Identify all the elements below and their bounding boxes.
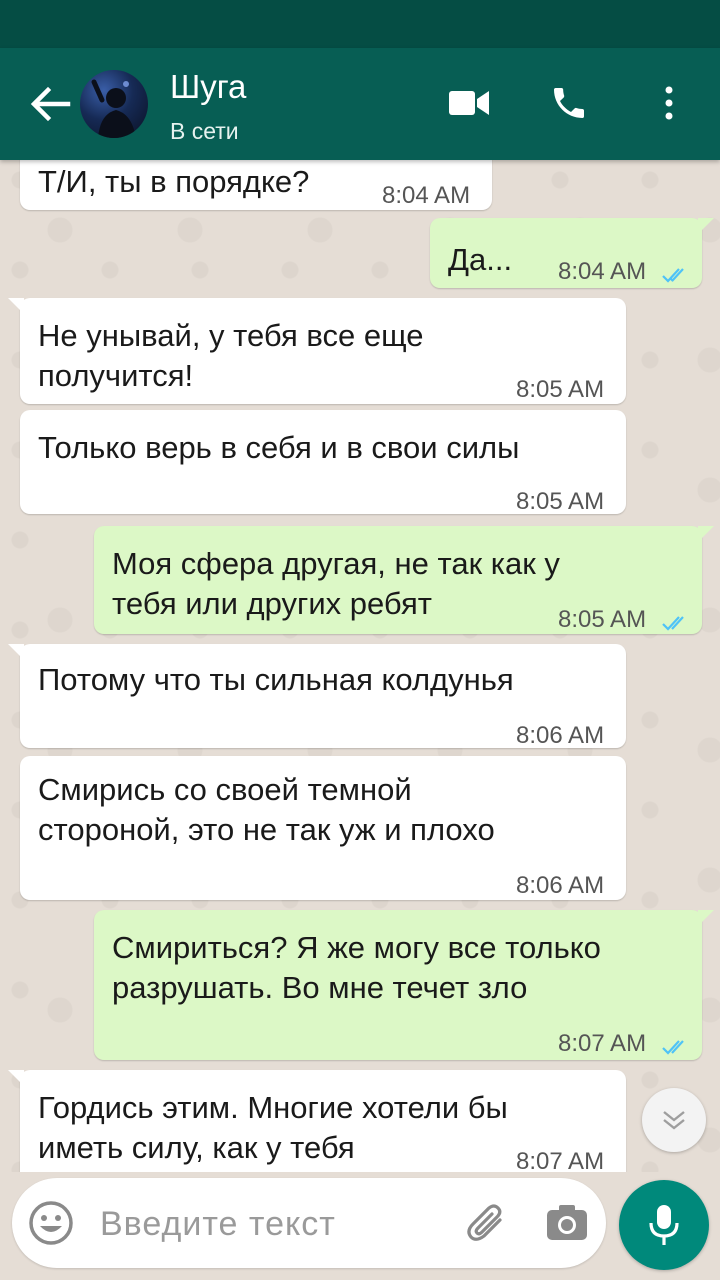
message-text: Т/И, ты в порядке?: [38, 164, 310, 199]
message-text: Гордись этим. Многие хотели бы: [38, 1090, 508, 1125]
bubble-tail: [698, 218, 714, 234]
message-text: Смирись со своей темной: [38, 772, 412, 807]
camera-icon[interactable]: [544, 1200, 590, 1246]
message-bubble-incoming[interactable]: Смирись со своей темной стороной, это не…: [20, 756, 626, 900]
voice-call-icon[interactable]: [544, 78, 594, 128]
read-ticks-icon: [662, 1026, 690, 1066]
message-time: 8:07 AM: [558, 1030, 647, 1057]
bubble-tail: [8, 298, 24, 314]
message-text: Да...: [448, 242, 513, 277]
message-bubble-incoming[interactable]: Т/И, ты в порядке? 8:04 AM: [20, 160, 492, 210]
message-composer: [12, 1178, 606, 1268]
message-time: 8:04 AM: [382, 182, 471, 209]
contact-status: В сети: [170, 118, 239, 144]
message-text: разрушать. Во мне течет зло: [112, 970, 528, 1005]
back-arrow-icon[interactable]: [28, 84, 72, 124]
message-bubble-incoming[interactable]: Гордись этим. Многие хотели бы иметь сил…: [8, 1070, 626, 1172]
avatar[interactable]: [80, 70, 148, 138]
message-time: 8:05 AM: [516, 376, 605, 403]
message-time: 8:04 AM: [558, 258, 647, 285]
message-text: получится!: [38, 358, 194, 393]
bubble-tail: [698, 526, 714, 542]
more-options-icon[interactable]: [644, 78, 694, 128]
message-text: Не унывай, у тебя все еще: [38, 318, 424, 353]
message-text: Смириться? Я же могу все только: [112, 930, 601, 965]
message-bubble-outgoing[interactable]: Моя сфера другая, не так как у тебя или …: [94, 526, 714, 634]
chat-area[interactable]: Т/И, ты в порядке? 8:04 AM Да... 8:04 AM…: [0, 160, 720, 1172]
message-time: 8:05 AM: [516, 488, 605, 515]
message-bubble-incoming[interactable]: Не унывай, у тебя все еще получится! 8:0…: [8, 298, 626, 404]
chevron-double-down-icon[interactable]: [642, 1088, 706, 1152]
video-call-icon[interactable]: [444, 78, 494, 128]
emoji-icon[interactable]: [28, 1200, 74, 1246]
bubble-tail: [8, 644, 24, 660]
message-time: 8:07 AM: [516, 1148, 605, 1172]
message-time: 8:05 AM: [558, 606, 647, 633]
attach-icon[interactable]: [464, 1200, 510, 1246]
message-text: Моя сфера другая, не так как у: [112, 546, 560, 581]
message-text: иметь силу, как у тебя: [38, 1130, 355, 1165]
status-bar: [0, 0, 720, 48]
bubble-tail: [698, 910, 714, 926]
mic-icon[interactable]: [619, 1180, 709, 1270]
read-ticks-icon: [662, 602, 690, 642]
message-text: стороной, это не так уж и плохо: [38, 812, 495, 847]
message-time: 8:06 AM: [516, 722, 605, 749]
message-text: Потому что ты сильная колдунья: [38, 662, 514, 697]
message-input[interactable]: [98, 1200, 432, 1248]
read-ticks-icon: [662, 254, 690, 294]
message-time: 8:06 AM: [516, 872, 605, 899]
chat-header: Шуга В сети: [0, 48, 720, 160]
message-text: Только верь в себя и в свои силы: [38, 430, 520, 465]
bubble-tail: [8, 1070, 24, 1086]
message-bubble-outgoing[interactable]: Смириться? Я же могу все только разрушат…: [94, 910, 714, 1060]
message-bubble-incoming[interactable]: Только верь в себя и в свои силы 8:05 AM: [20, 410, 626, 515]
message-bubble-incoming[interactable]: Потому что ты сильная колдунья 8:06 AM: [8, 644, 626, 749]
message-text: тебя или других ребят: [112, 586, 432, 621]
message-bubble-outgoing[interactable]: Да... 8:04 AM: [430, 218, 714, 288]
contact-name[interactable]: Шуга: [170, 68, 246, 106]
